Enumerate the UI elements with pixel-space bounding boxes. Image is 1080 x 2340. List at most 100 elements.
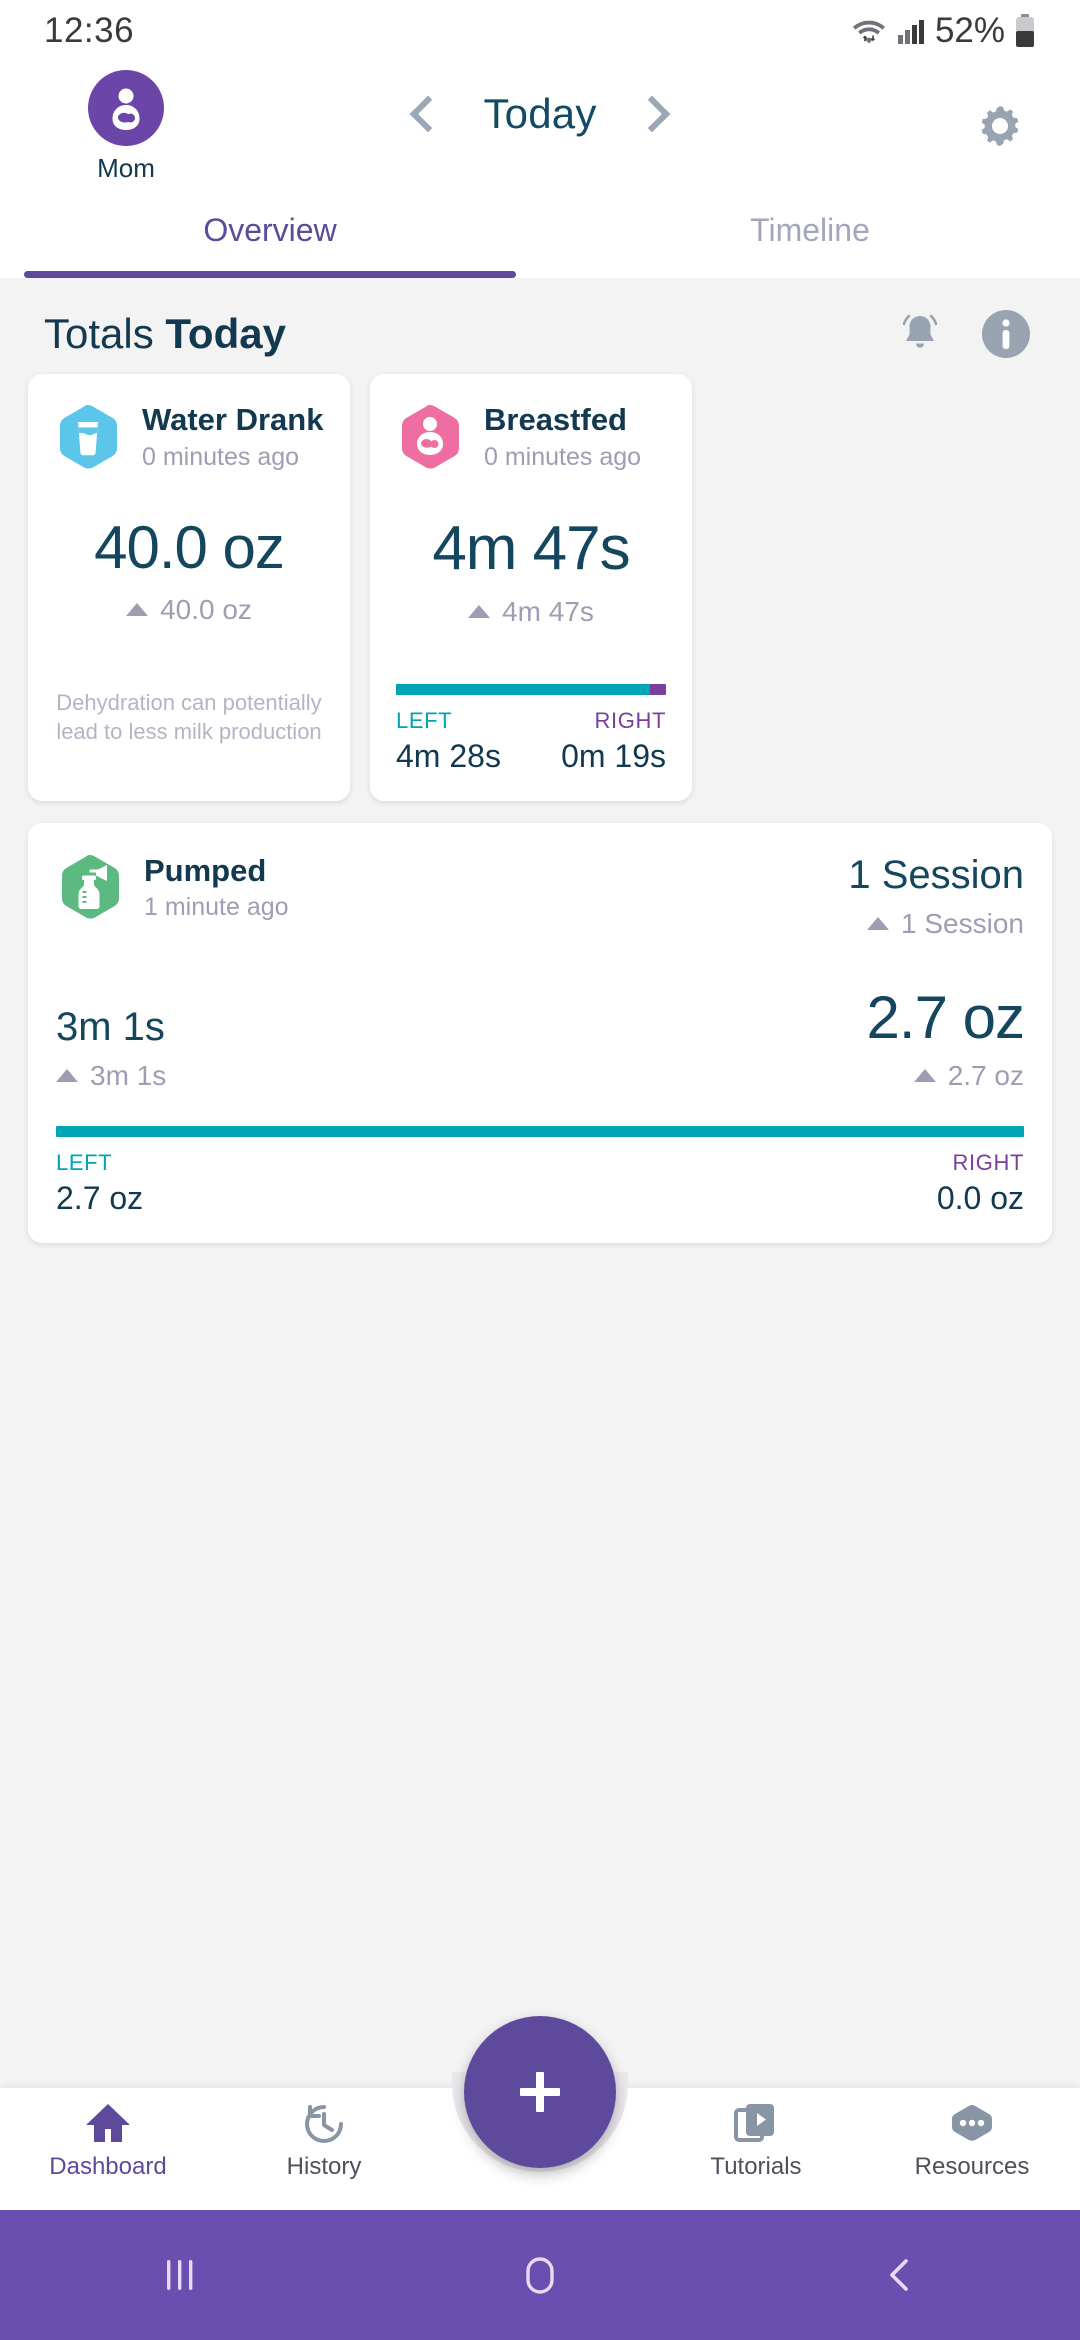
date-title[interactable]: Today: [483, 90, 596, 138]
date-navigator: Today: [0, 90, 1080, 138]
wifi-icon: [852, 20, 885, 44]
totals-title-bold: Today: [165, 310, 286, 357]
pumped-sessions: 1 Session 1 Session: [848, 853, 1024, 940]
triangle-up-icon: [468, 605, 491, 619]
water-glass-icon: [60, 404, 117, 469]
breastfed-value: 4m 47s: [432, 513, 630, 583]
card-title-block: Pumped 1 minute ago: [144, 853, 289, 923]
nav-label: Tutorials: [710, 2153, 802, 2180]
water-delta-value: 40.0 oz: [160, 593, 252, 625]
status-indicators: 52%: [851, 11, 1036, 51]
card-header: Breastfed 0 minutes ago: [396, 402, 666, 472]
profile-label: Mom: [97, 153, 155, 183]
water-value: 40.0 oz: [94, 513, 285, 581]
pumped-sessions-value: 1 Session: [848, 852, 1024, 897]
left-right-labels: LEFT RIGHT: [396, 708, 666, 734]
breast-pump-icon: [62, 855, 119, 920]
tab-overview[interactable]: Overview: [0, 182, 540, 278]
chevron-right-icon[interactable]: [633, 95, 670, 133]
card-title-block: Water Drank 0 minutes ago: [142, 402, 323, 472]
app-screen: 12:36 52% Mom Today Overview Timeline To…: [0, 0, 1080, 2340]
nav-item-history[interactable]: History: [216, 2088, 432, 2181]
pumped-amount-delta-value: 2.7 oz: [947, 1059, 1024, 1091]
triangle-up-icon: [913, 1069, 936, 1083]
pumped-top-row: Pumped 1 minute ago 1 Session 1 Session: [56, 853, 1024, 940]
pumped-duration-delta: 3m 1s: [56, 1060, 166, 1092]
pumped-balance: LEFT RIGHT 2.7 oz 0.0 oz: [56, 1125, 1024, 1217]
triangle-up-icon: [867, 917, 890, 931]
card-pumped[interactable]: Pumped 1 minute ago 1 Session 1 Session: [28, 822, 1052, 1243]
card-title: Water Drank: [142, 402, 324, 437]
tab-bar: Overview Timeline: [0, 182, 1080, 278]
more-dots-icon: [952, 2105, 992, 2141]
recents-icon[interactable]: [158, 2252, 202, 2298]
pumped-duration-value: 3m 1s: [56, 1004, 165, 1049]
tab-overview-label: Overview: [203, 211, 337, 248]
bar-segment-left: [396, 683, 650, 695]
system-navigation-bar: [0, 2210, 1080, 2340]
page-title: Totals Today: [44, 310, 286, 358]
pumped-amount-value: 2.7 oz: [866, 983, 1025, 1051]
status-bar: 12:36 52%: [0, 0, 1080, 62]
video-library-icon: [734, 2104, 774, 2142]
card-title: Pumped: [144, 852, 267, 888]
left-value: 2.7 oz: [56, 1179, 144, 1216]
tab-timeline-label: Timeline: [750, 211, 870, 248]
nav-label: Resources: [914, 2153, 1030, 2180]
info-icon[interactable]: [980, 308, 1032, 360]
totals-actions: [896, 308, 1032, 360]
nav-item-dashboard[interactable]: Dashboard: [0, 2088, 216, 2181]
tab-timeline[interactable]: Timeline: [540, 182, 1080, 278]
pumped-mid-row: 3m 1s 3m 1s 2.7 oz 2.7 oz: [56, 983, 1025, 1092]
nav-label: History: [286, 2153, 362, 2180]
left-right-values: 2.7 oz 0.0 oz: [56, 1180, 1024, 1217]
pumped-amount-delta: 2.7 oz: [867, 1060, 1024, 1092]
right-label: RIGHT: [952, 1149, 1024, 1175]
totals-header: Totals Today: [0, 278, 1080, 374]
status-time: 12:36: [44, 11, 135, 50]
card-breastfed[interactable]: Breastfed 0 minutes ago 4m 47s 4m 47s LE…: [370, 374, 692, 801]
left-right-labels: LEFT RIGHT: [56, 1150, 1024, 1176]
breastfed-delta-value: 4m 47s: [502, 595, 594, 627]
chevron-left-icon[interactable]: [410, 95, 447, 133]
card-water-drank[interactable]: Water Drank 0 minutes ago 40.0 oz 40.0 o…: [28, 374, 350, 801]
bar-segment-right: [649, 683, 666, 695]
left-right-bar: [396, 683, 666, 695]
app-bar: Mom Today: [0, 62, 1080, 183]
card-subtitle: 0 minutes ago: [142, 442, 300, 471]
bell-icon[interactable]: [896, 309, 944, 359]
top-cards-row: Water Drank 0 minutes ago 40.0 oz 40.0 o…: [0, 374, 1080, 801]
water-note: Dehydration can potentially lead to less…: [56, 689, 322, 745]
settings-button[interactable]: [974, 100, 1026, 157]
nav-item-resources[interactable]: Resources: [864, 2088, 1080, 2181]
history-clock-icon: [305, 2105, 343, 2143]
pumped-duration: 3m 1s 3m 1s: [56, 1005, 166, 1092]
left-label: LEFT: [56, 1149, 113, 1175]
left-right-values: 4m 28s 0m 19s: [396, 738, 666, 775]
card-subtitle: 1 minute ago: [144, 893, 289, 922]
right-value: 0.0 oz: [936, 1179, 1024, 1216]
content-area: Totals Today Water Drank 0 minutes ago 4…: [0, 278, 1080, 2088]
gear-icon: [981, 106, 1019, 146]
triangle-up-icon: [126, 603, 149, 617]
add-entry-button[interactable]: [464, 2016, 616, 2168]
left-right-bar: [56, 1125, 1024, 1137]
pumped-amount: 2.7 oz 2.7 oz: [866, 983, 1025, 1092]
right-label: RIGHT: [594, 707, 666, 733]
nursing-mother-icon: [402, 404, 459, 469]
back-chevron-icon[interactable]: [878, 2252, 922, 2298]
left-value: 4m 28s: [396, 737, 501, 774]
home-icon: [86, 2104, 130, 2142]
pumped-duration-delta-value: 3m 1s: [90, 1059, 167, 1091]
nav-item-tutorials[interactable]: Tutorials: [648, 2088, 864, 2181]
card-subtitle: 0 minutes ago: [484, 442, 642, 471]
plus-icon: [520, 2072, 560, 2112]
battery-percent: 52%: [934, 11, 1005, 50]
pumped-sessions-delta: 1 Session: [848, 908, 1024, 940]
breastfed-delta: 4m 47s: [396, 596, 666, 628]
home-pill-icon[interactable]: [517, 2251, 563, 2299]
left-label: LEFT: [396, 707, 453, 733]
battery-icon: [1016, 14, 1034, 47]
cellular-signal-icon: [897, 20, 924, 44]
triangle-up-icon: [56, 1069, 78, 1083]
